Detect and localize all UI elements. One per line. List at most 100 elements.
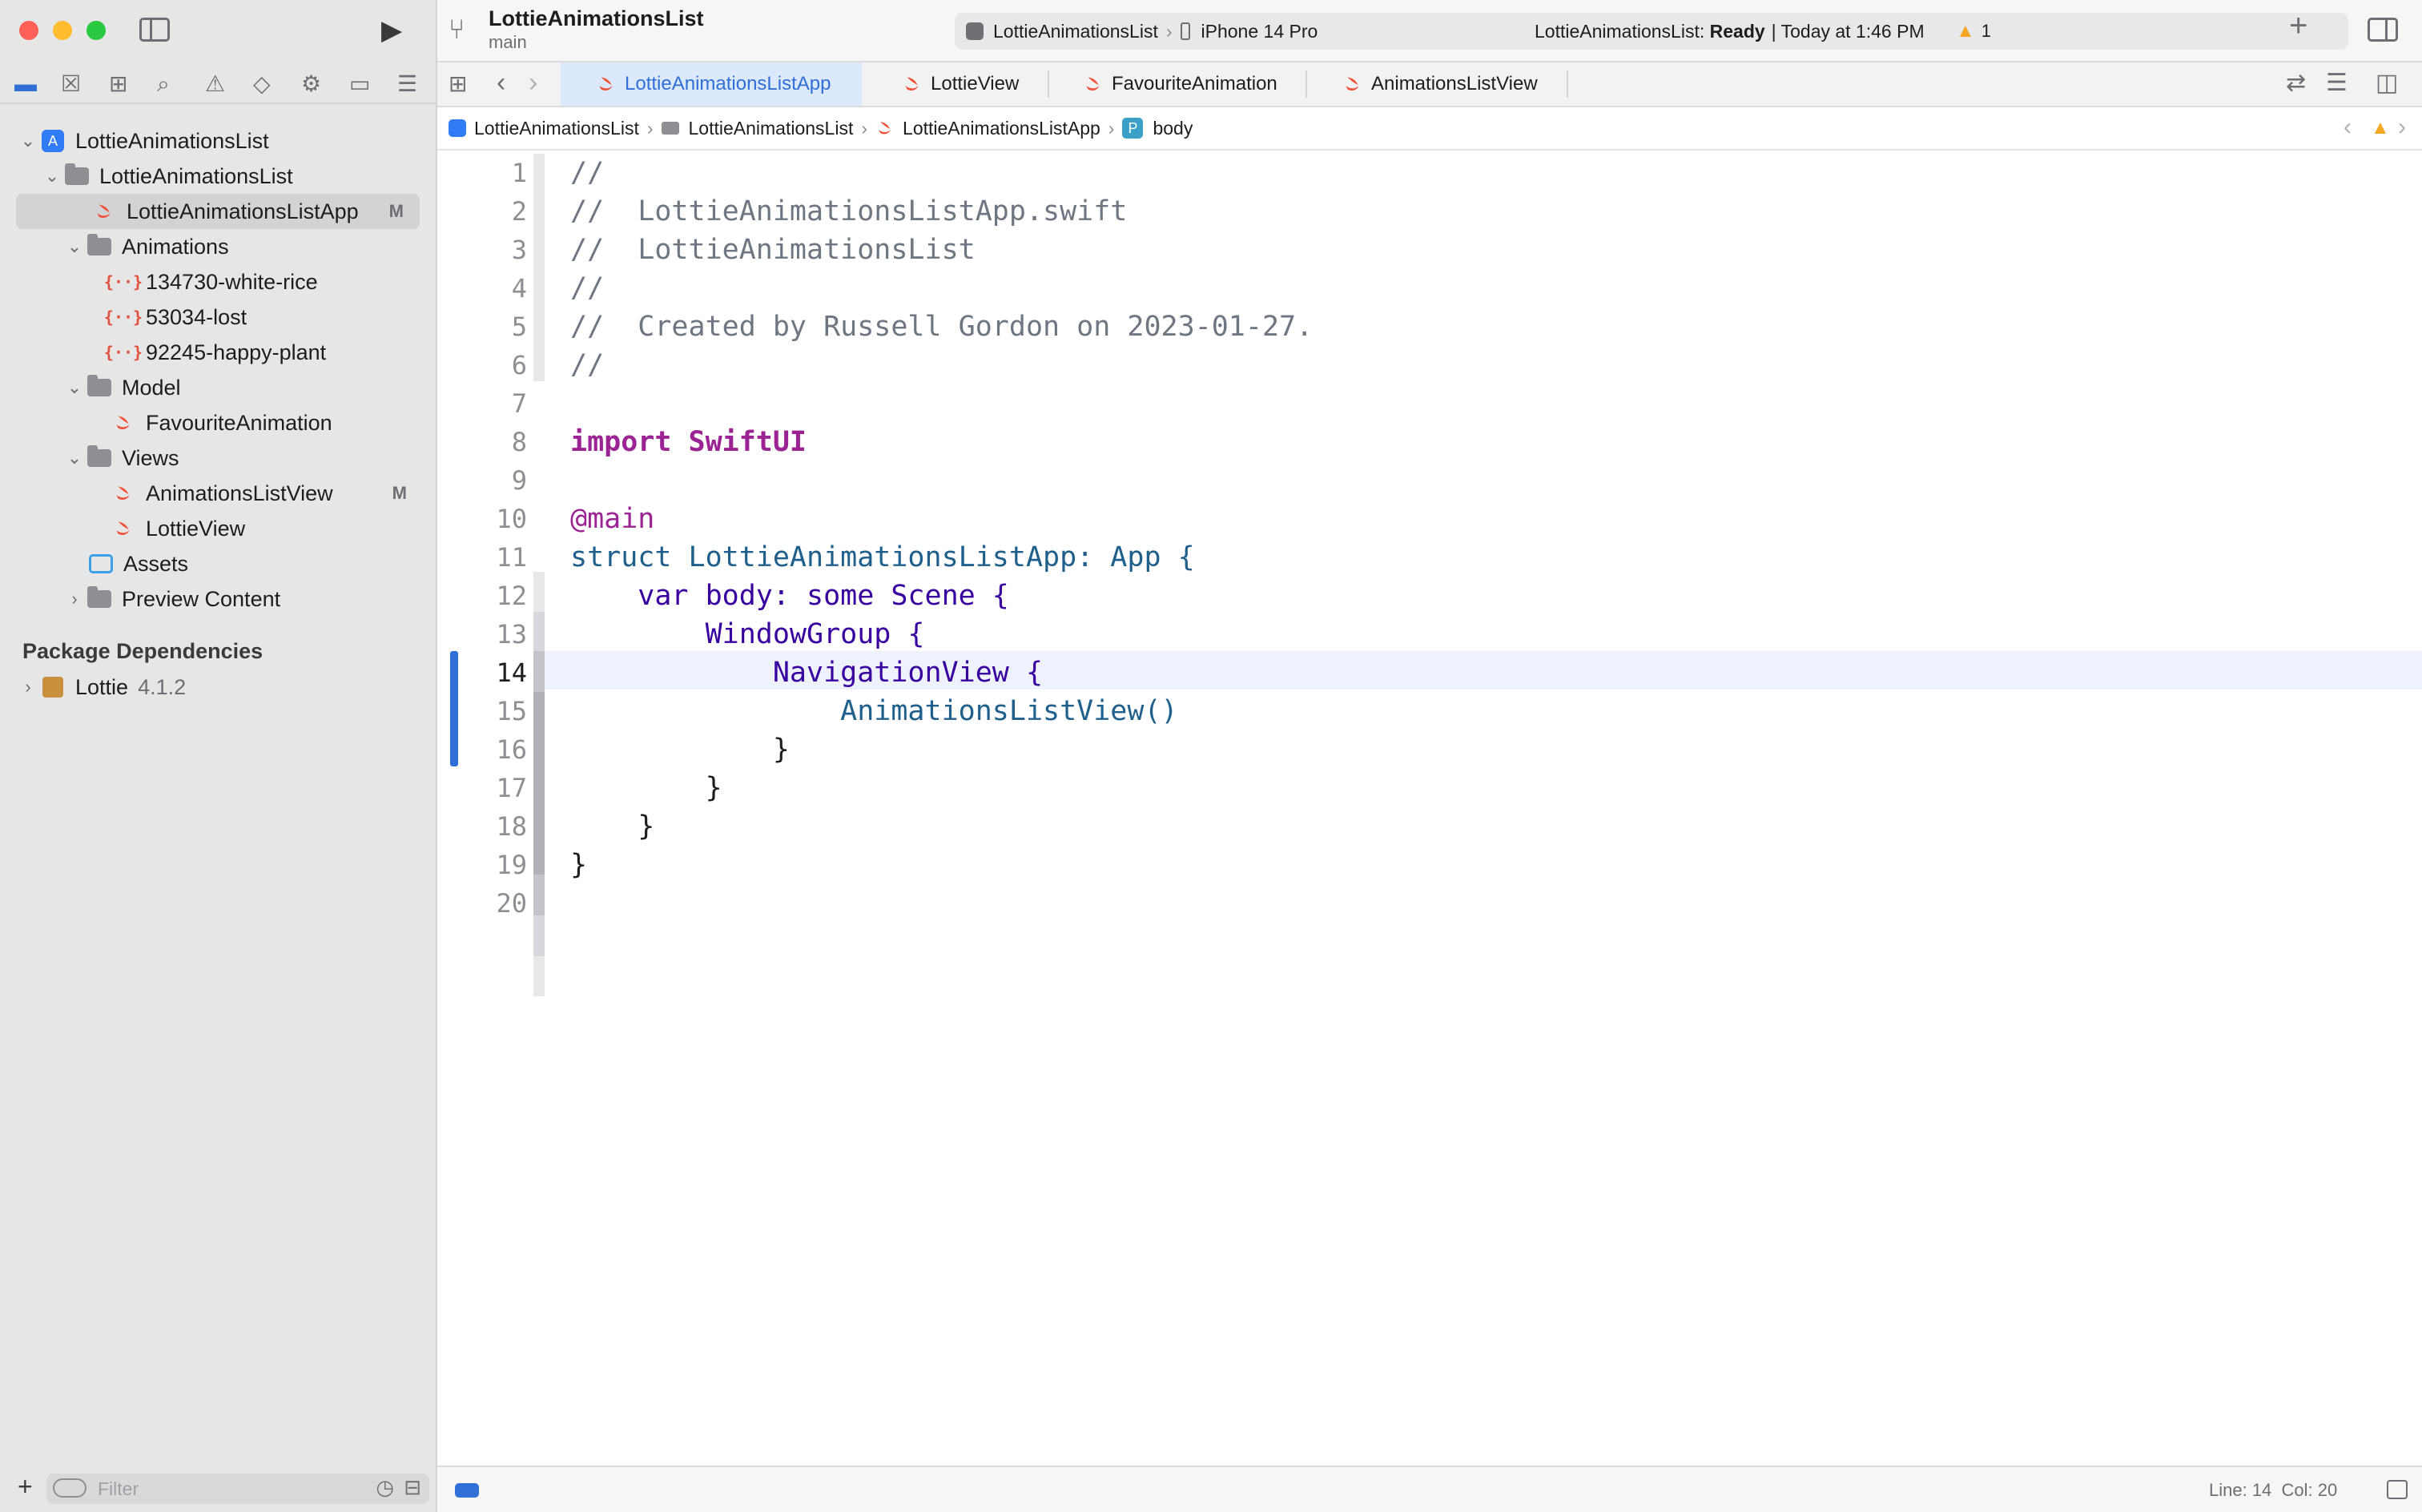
activity-area: LottieAnimationsList › iPhone 14 Pro Lot… bbox=[955, 13, 2348, 50]
zoom-window-button[interactable] bbox=[86, 21, 106, 40]
swift-file-icon bbox=[1346, 77, 1359, 91]
breadcrumb-item[interactable]: LottieAnimationsList bbox=[474, 118, 639, 139]
code-line: 16 } bbox=[496, 734, 790, 766]
previous-issue-icon[interactable]: ‹ bbox=[2344, 114, 2352, 141]
tree-item-file[interactable]: FavouriteAnimation bbox=[0, 405, 437, 440]
tree-item-group[interactable]: ⌄ Views bbox=[0, 440, 437, 476]
source-control-icon[interactable]: ☒ bbox=[61, 69, 81, 99]
debug-navigator-icon[interactable]: ⚙ bbox=[301, 69, 321, 99]
find-navigator-icon[interactable]: ⌕ bbox=[157, 69, 170, 99]
chevron-down-icon[interactable]: ⌄ bbox=[18, 131, 38, 151]
navigator-selector-bar: ▬ ☒ ⊞ ⌕ ⚠ ◇ ⚙ ▭ ☰ bbox=[0, 67, 437, 104]
source-editor[interactable]: 1// 2// LottieAnimationsListApp.swift 3/… bbox=[437, 151, 2422, 1466]
tree-item-assets[interactable]: Assets bbox=[0, 546, 437, 581]
editor-status-bar: Line: 14 Col: 20 bbox=[437, 1466, 2422, 1512]
warning-icon: ▲ bbox=[1956, 20, 1975, 42]
close-window-button[interactable] bbox=[19, 21, 38, 40]
forward-icon[interactable]: › bbox=[529, 67, 537, 99]
breadcrumb-item[interactable]: body bbox=[1153, 118, 1193, 139]
code-line: 9 bbox=[511, 465, 527, 496]
filter-placeholder: Filter bbox=[98, 1478, 139, 1499]
package-name: Lottie bbox=[75, 674, 129, 699]
tree-item-file[interactable]: {··} 53034-lost bbox=[0, 300, 437, 335]
swift-file-icon bbox=[599, 77, 613, 91]
tree-item-label: Preview Content bbox=[122, 586, 281, 611]
code-line: 20 bbox=[496, 888, 527, 919]
tree-item-label: 92245-happy-plant bbox=[146, 340, 327, 364]
tree-item-selected-file[interactable]: LottieAnimationsListApp M bbox=[16, 194, 420, 229]
folder-navigator-icon[interactable]: ▬ bbox=[14, 69, 37, 99]
tree-item-project[interactable]: ⌄ A LottieAnimationsList bbox=[0, 123, 437, 159]
tree-item-file[interactable]: AnimationsListView M bbox=[0, 476, 437, 511]
tab-animationslistview[interactable]: AnimationsListView bbox=[1342, 62, 1538, 106]
source-control-filter-icon[interactable]: ⊟ bbox=[404, 1475, 421, 1500]
filter-options-icon[interactable] bbox=[53, 1478, 86, 1498]
report-navigator-icon[interactable]: ☰ bbox=[397, 69, 417, 99]
inspector-toggle-icon[interactable] bbox=[2368, 18, 2398, 42]
warning-indicator[interactable]: ▲ 1 bbox=[1956, 18, 1991, 45]
breakpoint-navigator-icon[interactable]: ▭ bbox=[349, 69, 370, 99]
device-name[interactable]: iPhone 14 Pro bbox=[1201, 21, 1318, 42]
swift-file-icon bbox=[90, 199, 119, 223]
tab-favouriteanimation[interactable]: FavouriteAnimation bbox=[1083, 62, 1277, 106]
tree-item-label: Views bbox=[122, 445, 179, 470]
sidebar-toggle-icon[interactable] bbox=[139, 18, 170, 42]
chevron-down-icon[interactable]: ⌄ bbox=[64, 377, 85, 398]
scheme-selector[interactable]: LottieAnimationsList › iPhone 14 Pro bbox=[966, 18, 1318, 45]
test-navigator-icon[interactable]: ◇ bbox=[253, 69, 271, 99]
tree-item-group[interactable]: › Preview Content bbox=[0, 581, 437, 617]
add-library-icon[interactable]: + bbox=[2289, 8, 2307, 44]
minimize-window-button[interactable] bbox=[53, 21, 72, 40]
filter-field[interactable]: Filter ◷ ⊟ bbox=[46, 1474, 429, 1504]
project-navigator: ▶ ▬ ☒ ⊞ ⌕ ⚠ ◇ ⚙ ▭ ☰ ⌄ A LottieAnimations… bbox=[0, 0, 437, 1512]
swift-file-icon bbox=[905, 77, 919, 91]
breadcrumb-item[interactable]: LottieAnimationsList bbox=[689, 118, 854, 139]
code-line: 15 AnimationsListView() bbox=[496, 695, 1178, 727]
warning-icon[interactable]: ▲ bbox=[2371, 117, 2390, 139]
breadcrumb: LottieAnimationsList › LottieAnimationsL… bbox=[449, 107, 1193, 149]
tab-lottieview[interactable]: LottieView bbox=[902, 62, 1019, 106]
next-issue-icon[interactable]: › bbox=[2398, 114, 2406, 141]
status-state: Ready bbox=[1709, 20, 1765, 42]
jump-bar: LottieAnimationsList › LottieAnimationsL… bbox=[437, 107, 2422, 151]
add-icon[interactable]: + bbox=[18, 1472, 33, 1502]
chevron-down-icon[interactable]: ⌄ bbox=[42, 166, 62, 187]
swift-file-icon bbox=[109, 411, 138, 435]
tab-label: LottieView bbox=[931, 73, 1020, 94]
symbol-navigator-icon[interactable]: ⊞ bbox=[109, 69, 127, 99]
folder-icon bbox=[85, 445, 114, 470]
chevron-right-icon: › bbox=[861, 117, 868, 139]
folder-icon bbox=[661, 122, 679, 135]
xcode-project-icon bbox=[449, 119, 466, 137]
related-items-icon[interactable]: ⊞ bbox=[449, 70, 467, 97]
chevron-down-icon[interactable]: ⌄ bbox=[64, 236, 85, 257]
chevron-right-icon[interactable]: › bbox=[18, 677, 38, 698]
tree-item-file[interactable]: {··} 134730-white-rice bbox=[0, 264, 437, 300]
back-icon[interactable]: ‹ bbox=[497, 67, 505, 99]
run-button[interactable]: ▶ bbox=[381, 14, 402, 46]
tree-item-group[interactable]: ⌄ Animations bbox=[0, 229, 437, 264]
chevron-down-icon[interactable]: ⌄ bbox=[64, 448, 85, 468]
tree-item-file[interactable]: LottieView bbox=[0, 511, 437, 546]
code-line: 19} bbox=[496, 849, 588, 881]
modified-badge: M bbox=[392, 483, 407, 503]
issue-navigator-icon[interactable]: ⚠ bbox=[205, 69, 225, 99]
tree-item-group[interactable]: ⌄ Model bbox=[0, 370, 437, 405]
editor-options-icon[interactable]: ☰ bbox=[2326, 69, 2348, 97]
recent-files-icon[interactable]: ◷ bbox=[376, 1475, 394, 1500]
tree-item-group[interactable]: ⌄ LottieAnimationsList bbox=[0, 159, 437, 194]
console-toggle-icon[interactable] bbox=[2387, 1480, 2408, 1499]
property-symbol-icon: P bbox=[1122, 118, 1144, 139]
window-toolbar: ⑂ LottieAnimationsList main LottieAnimat… bbox=[437, 0, 2422, 62]
chevron-right-icon[interactable]: › bbox=[64, 589, 85, 609]
breadcrumb-item[interactable]: LottieAnimationsListApp bbox=[903, 118, 1100, 139]
package-dependency-item[interactable]: › Lottie 4.1.2 bbox=[0, 670, 437, 705]
debug-area-toggle-icon[interactable] bbox=[455, 1483, 479, 1498]
split-editor-icon[interactable]: ◫ bbox=[2376, 69, 2398, 97]
tab-lottieanimationslistapp[interactable]: LottieAnimationsListApp bbox=[561, 62, 862, 106]
code-line: 5// Created by Russell Gordon on 2023-01… bbox=[511, 311, 1314, 343]
chevron-right-icon: › bbox=[1165, 20, 1173, 42]
json-file-icon: {··} bbox=[103, 272, 143, 292]
tree-item-file[interactable]: {··} 92245-happy-plant bbox=[0, 335, 437, 370]
swap-editor-icon[interactable]: ⇄ bbox=[2286, 69, 2306, 97]
